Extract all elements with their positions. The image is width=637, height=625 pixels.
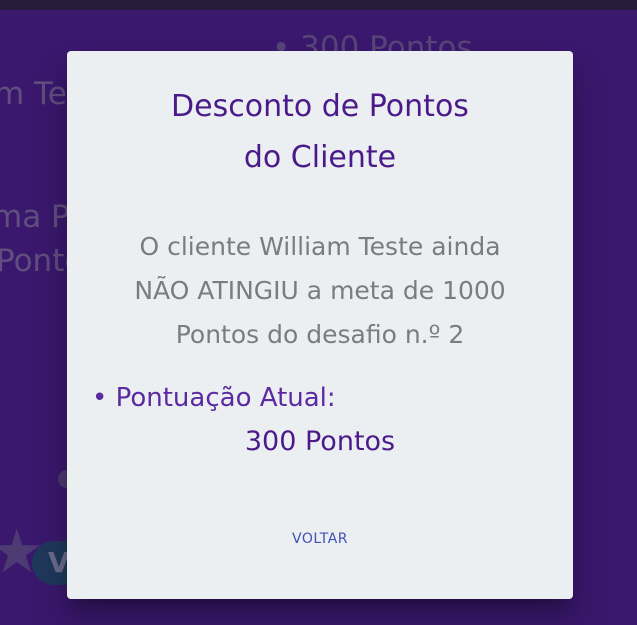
current-score-value: 300 Pontos — [244, 426, 396, 457]
dialog-message-line-1: O cliente William Teste ainda — [139, 232, 501, 261]
dialog-title-line-2: do Cliente — [243, 140, 397, 175]
current-score-label: • Pontuação Atual: — [92, 383, 336, 413]
dialog-message-line-2: NÃO ATINGIU a meta de 1000 — [134, 276, 506, 305]
dialog-message: O cliente William Teste ainda NÃO ATINGI… — [87, 225, 553, 357]
points-discount-dialog: Desconto de Pontos do Cliente O cliente … — [67, 51, 573, 599]
dialog-message-line-3: Pontos do desafio n.º 2 — [175, 320, 465, 349]
back-button[interactable]: VOLTAR — [270, 521, 370, 557]
dialog-title: Desconto de Pontos do Cliente — [67, 81, 573, 183]
dialog-title-line-1: Desconto de Pontos — [171, 89, 469, 124]
